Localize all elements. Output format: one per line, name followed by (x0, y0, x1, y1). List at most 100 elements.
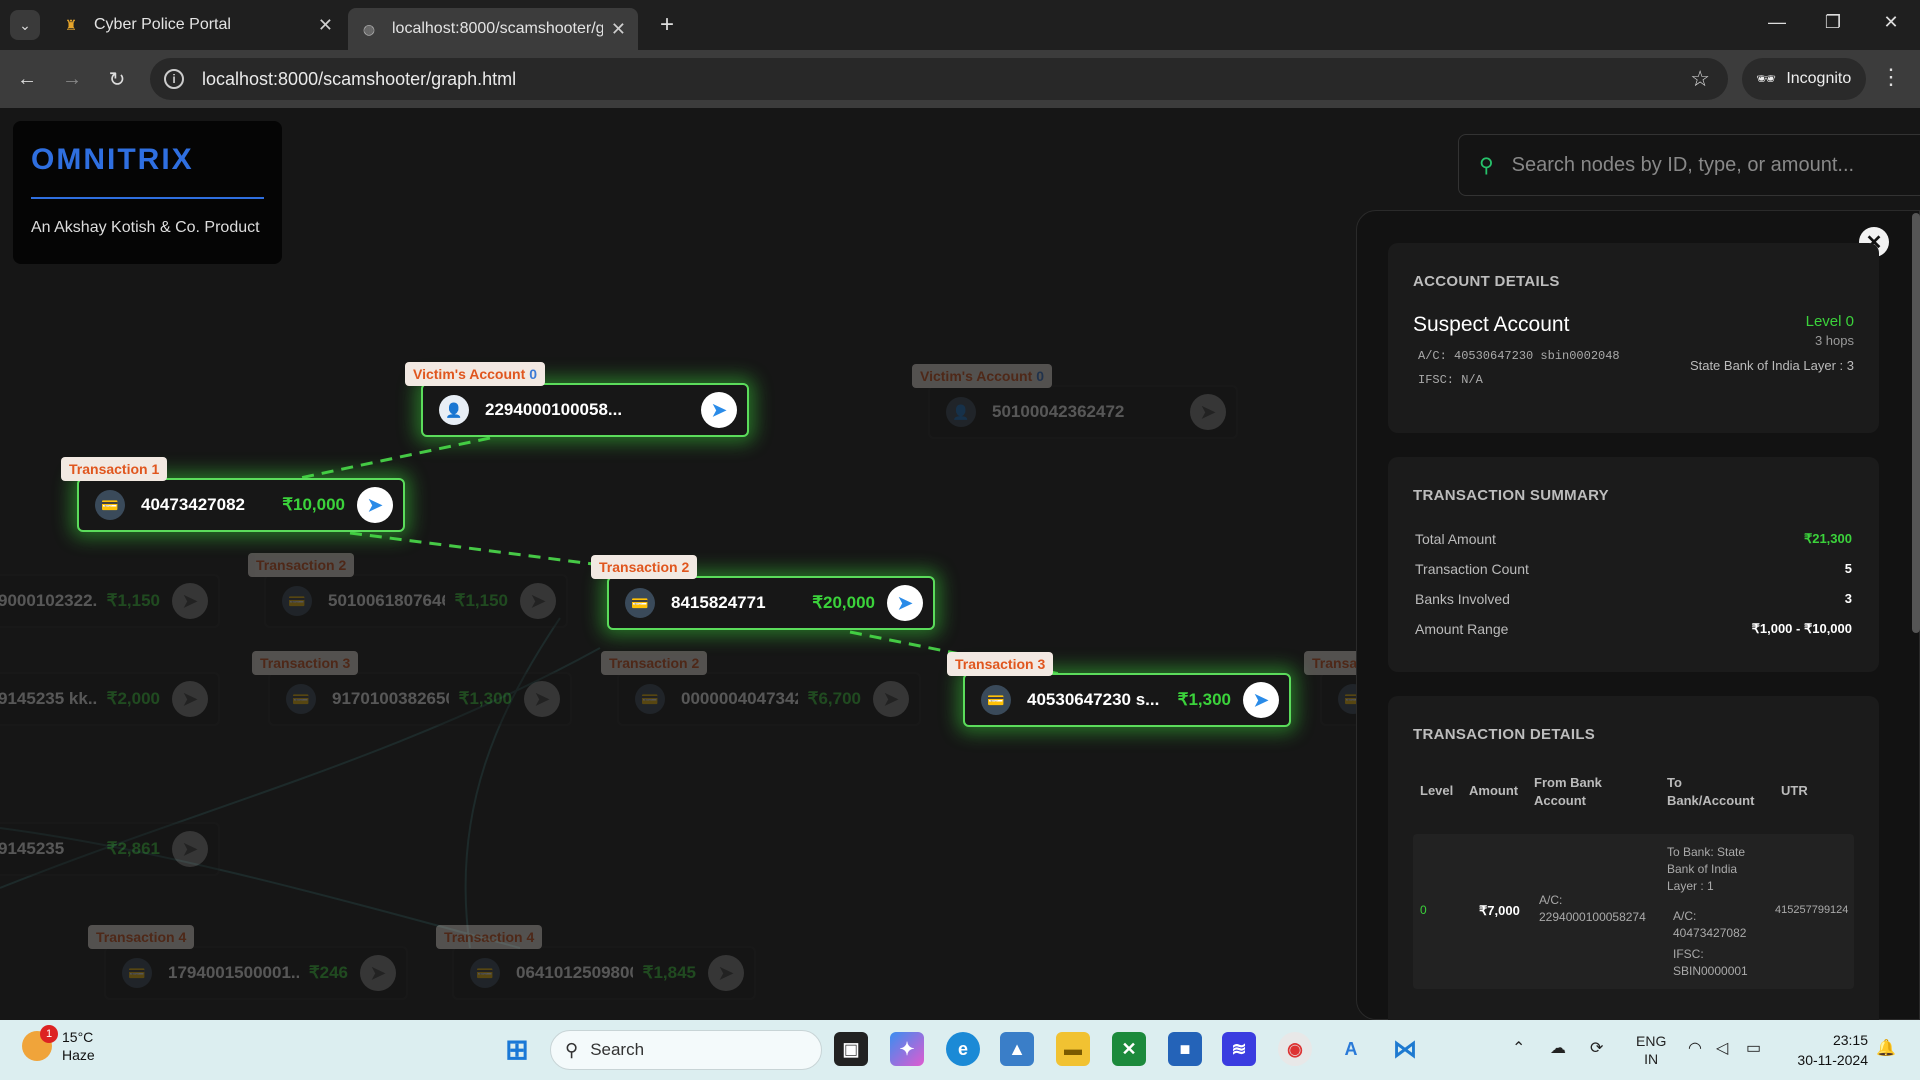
language-secondary[interactable]: IN (1636, 1050, 1666, 1068)
graph-node-victim-account-2[interactable]: Victim's Account 0 👤 50100042362472 ➤ (912, 364, 1238, 439)
close-window-icon[interactable]: ✕ (1876, 12, 1906, 33)
graph-node-transaction-1[interactable]: Transaction 1 💳 40473427082 ₹10,000 ➤ (61, 457, 405, 532)
node-id: 8415824771 (671, 593, 766, 612)
panel-scrollbar[interactable] (1912, 213, 1920, 633)
transaction-details-card: TRANSACTION DETAILS Level Amount From Ba… (1388, 696, 1879, 1020)
account-ifsc: IFSC: N/A (1418, 373, 1483, 387)
new-tab-button[interactable]: + (652, 10, 682, 40)
translate-app-icon[interactable]: A (1334, 1032, 1368, 1066)
expand-node-button[interactable]: ➤ (172, 681, 208, 717)
taskbar-search[interactable]: ⚲ Search (550, 1030, 822, 1070)
system-clock[interactable]: 23:15 30-11-2024 (1772, 1030, 1868, 1070)
minimize-icon[interactable]: — (1762, 12, 1792, 33)
browser-tab-bar: ⌄ ♜ Cyber Police Portal ✕ ◍ localhost:80… (0, 0, 1920, 50)
address-bar[interactable]: i localhost:8000/scamshooter/graph.html … (150, 58, 1728, 100)
bank-card-icon: 💳 (122, 958, 152, 988)
node-search: ⚲ (1458, 134, 1920, 196)
copilot-icon[interactable]: ✦ (890, 1032, 924, 1066)
incognito-indicator[interactable]: 🕶 Incognito (1742, 58, 1866, 100)
close-tab-icon[interactable]: ✕ (611, 19, 626, 40)
graph-node-dim[interactable]: 9145235 ₹2,861 ➤ (0, 822, 220, 876)
expand-node-button[interactable]: ➤ (708, 955, 744, 991)
expand-node-button[interactable]: ➤ (1243, 682, 1279, 718)
bookmark-star-icon[interactable]: ☆ (1690, 66, 1710, 92)
app-icon[interactable]: ≋ (1222, 1032, 1256, 1066)
forward-icon[interactable]: → (55, 62, 89, 96)
vscode-icon[interactable]: ⋈ (1388, 1032, 1422, 1066)
tagline: An Akshay Kotish & Co. Product (31, 219, 260, 236)
summary-row: Total Amount ₹21,300 (1415, 531, 1852, 547)
notification-bell-icon[interactable]: 🔔 (1876, 1038, 1896, 1058)
account-level: Level 0 (1805, 313, 1854, 330)
graph-node-transaction-2[interactable]: Transaction 2 💳 8415824771 ₹20,000 ➤ (591, 555, 935, 630)
start-menu-icon[interactable]: ⊞ (500, 1032, 534, 1066)
expand-node-button[interactable]: ➤ (873, 681, 909, 717)
task-view-icon[interactable]: ▣ (834, 1032, 868, 1066)
sync-icon[interactable]: ⟳ (1590, 1038, 1603, 1058)
expand-node-button[interactable]: ➤ (360, 955, 396, 991)
graph-node-dim[interactable]: Transaction 2 💳 50100618076463 ₹1,150 ➤ (248, 553, 568, 628)
restore-icon[interactable]: ❐ (1818, 12, 1848, 33)
cell-utr: 415257799124 (1775, 904, 1849, 916)
graph-node-dim[interactable]: 9000102322... ₹1,150 ➤ (0, 574, 220, 628)
node-tag-label: Victim's Account (920, 368, 1033, 384)
tab-search-button[interactable]: ⌄ (10, 10, 40, 40)
weather-temp: 15°C (62, 1029, 94, 1045)
graph-node-dim[interactable]: Transaction 4 💳 1794001500001... ₹246 ➤ (88, 925, 408, 1000)
graph-node-dim[interactable]: Transaction 2 💳 0000004047342... ₹6,700 … (601, 651, 921, 726)
node-tag: Transaction 2 (248, 553, 355, 577)
graph-node-dim[interactable]: Transaction 4 💳 06410125098009 ₹1,845 ➤ (436, 925, 756, 1000)
photos-icon[interactable]: ▲ (1000, 1032, 1034, 1066)
graph-node-victim-account[interactable]: Victim's Account 0 👤 2294000100058... ➤ (405, 362, 749, 437)
table-row[interactable]: 0 ₹7,000 A/C: 2294000100058274 To Bank: … (1413, 834, 1854, 989)
back-icon[interactable]: ← (10, 62, 44, 96)
expand-node-button[interactable]: ➤ (524, 681, 560, 717)
expand-node-button[interactable]: ➤ (172, 583, 208, 619)
tab-graph[interactable]: ◍ localhost:8000/scamshooter/graph.html … (348, 8, 638, 50)
expand-node-button[interactable]: ➤ (357, 487, 393, 523)
url-text: localhost:8000/scamshooter/graph.html (202, 68, 517, 89)
edge-icon[interactable]: e (946, 1032, 980, 1066)
expand-node-button[interactable]: ➤ (701, 392, 737, 428)
node-id: 40473427082 (141, 495, 246, 514)
weather-widget[interactable]: 1 15°C Haze (22, 1025, 95, 1064)
bank-card-icon: 💳 (95, 490, 125, 520)
wifi-icon[interactable]: ◠ (1688, 1038, 1702, 1058)
volume-icon[interactable]: ◁ (1716, 1038, 1728, 1058)
store-icon[interactable]: ■ (1168, 1032, 1202, 1066)
browser-menu-icon[interactable]: ⋮ (1880, 64, 1902, 90)
node-id: 2294000100058... (485, 400, 623, 419)
node-id: 40530647230 s... (1027, 690, 1160, 709)
expand-node-button[interactable]: ➤ (1190, 394, 1226, 430)
account-details-heading: ACCOUNT DETAILS (1413, 273, 1560, 290)
reload-icon[interactable]: ↻ (100, 62, 134, 96)
chrome-icon[interactable]: ◉ (1278, 1032, 1312, 1066)
weather-desc: Haze (62, 1047, 95, 1063)
xbox-icon[interactable]: ✕ (1112, 1032, 1146, 1066)
node-tag-label: Transaction (599, 559, 678, 575)
onedrive-icon[interactable]: ☁ (1550, 1038, 1566, 1058)
search-input[interactable] (1511, 153, 1912, 177)
node-amount: ₹2,000 (106, 689, 160, 708)
graph-node-dim[interactable]: Transaction 3 💳 9170100382650... ₹1,300 … (252, 651, 572, 726)
node-tag: Victim's Account 0 (405, 362, 546, 386)
column-header-from: From Bank Account (1534, 775, 1602, 808)
taskbar-search-label: Search (590, 1040, 645, 1059)
graph-node-transaction-3[interactable]: Transaction 3 💳 40530647230 s... ₹1,300 … (947, 652, 1291, 727)
graph-node-dim[interactable]: 9145235 kk... ₹2,000 ➤ (0, 672, 220, 726)
language-primary[interactable]: ENG (1636, 1032, 1666, 1050)
battery-icon[interactable]: ▭ (1746, 1038, 1761, 1058)
node-tag-label: Transaction (444, 929, 523, 945)
tab-cyber-police-portal[interactable]: ♜ Cyber Police Portal ✕ (50, 8, 345, 42)
expand-node-button[interactable]: ➤ (887, 585, 923, 621)
column-header-to: To Bank/Account (1667, 775, 1755, 808)
close-tab-icon[interactable]: ✕ (318, 15, 333, 36)
node-tag-level: 2 (691, 655, 700, 671)
node-tag-label: Victim's Account (413, 366, 526, 382)
expand-node-button[interactable]: ➤ (520, 583, 556, 619)
file-explorer-icon[interactable]: ▬ (1056, 1032, 1090, 1066)
expand-node-button[interactable]: ➤ (172, 831, 208, 867)
tray-overflow-icon[interactable]: ⌃ (1512, 1038, 1525, 1058)
node-tag-level: 1 (151, 461, 160, 477)
site-info-icon[interactable]: i (164, 69, 184, 89)
